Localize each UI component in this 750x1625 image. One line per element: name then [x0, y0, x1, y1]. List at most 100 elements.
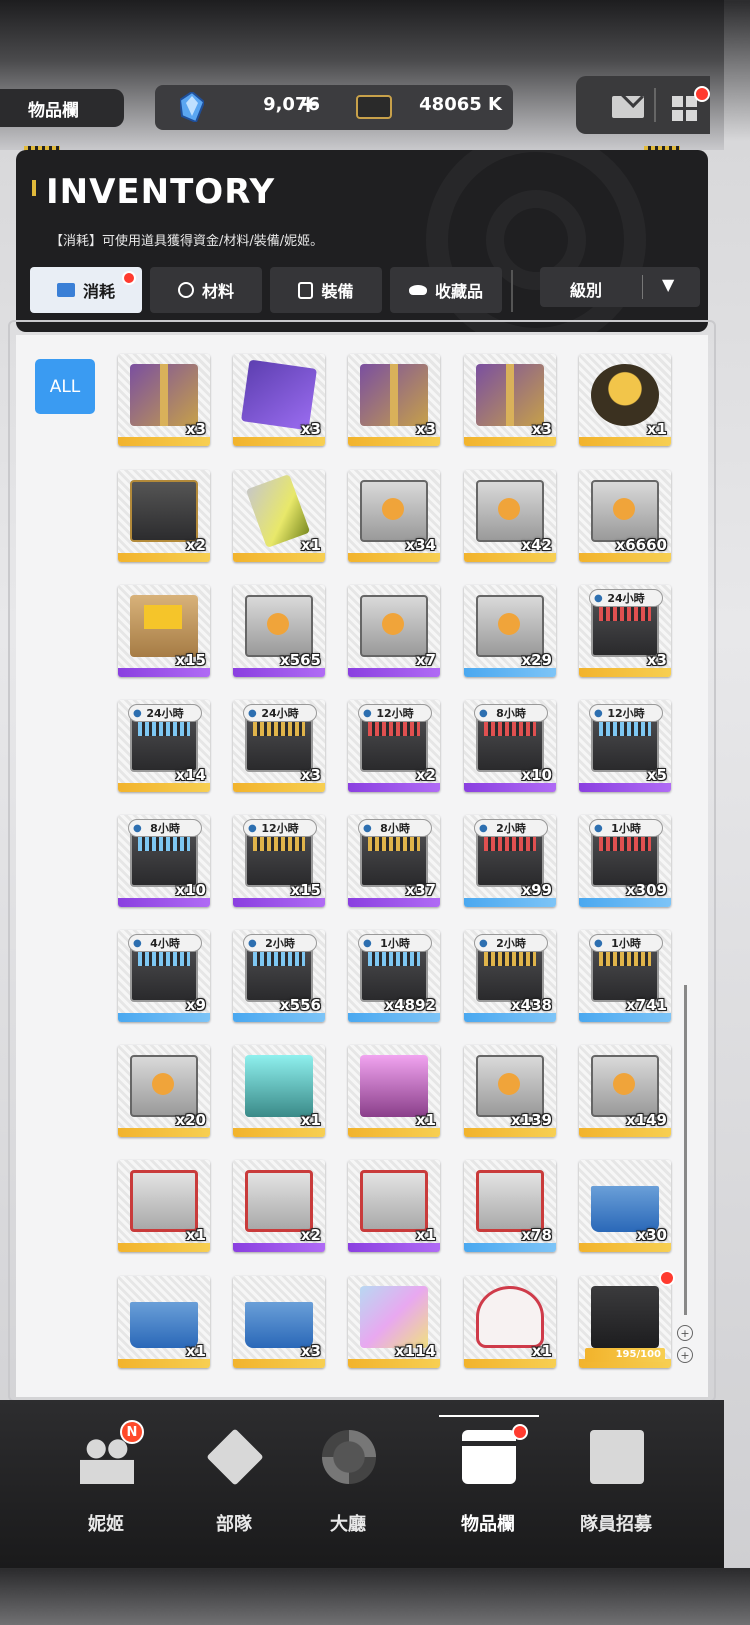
inventory-item[interactable]: 8小時 x10: [464, 700, 556, 792]
inventory-item[interactable]: x42: [464, 470, 556, 562]
inventory-item[interactable]: 1小時 x741: [579, 930, 671, 1022]
nav-item-squad[interactable]: 部隊: [174, 1420, 294, 1540]
rarity-bar: [348, 1128, 440, 1137]
rarity-bar: [348, 1359, 440, 1368]
duration-label: 2小時: [474, 819, 548, 838]
duration-label: 1小時: [358, 934, 432, 953]
item-quantity: x30: [636, 1226, 667, 1244]
nav-item-lobby[interactable]: 大廳: [288, 1420, 408, 1540]
inventory-item[interactable]: 2小時 x438: [464, 930, 556, 1022]
mail-icon[interactable]: [612, 96, 644, 118]
inventory-item[interactable]: x2: [233, 1160, 325, 1252]
rarity-bar: [464, 553, 556, 562]
inventory-item[interactable]: x6660: [579, 470, 671, 562]
duration-label: 2小時: [474, 934, 548, 953]
inventory-item[interactable]: 1小時 x309: [579, 815, 671, 907]
inventory-item[interactable]: x3: [233, 1276, 325, 1368]
item-quantity: x42: [521, 536, 552, 554]
inventory-item[interactable]: 24小時 x14: [118, 700, 210, 792]
item-quantity: x556: [280, 996, 321, 1014]
duration-label: 8小時: [128, 819, 202, 838]
item-image: [476, 1055, 544, 1117]
item-image: [130, 1055, 198, 1117]
duration-label: 12小時: [358, 704, 432, 723]
sort-dropdown[interactable]: 級別 ▼: [540, 267, 700, 307]
nav-label: 隊員招募: [580, 1514, 652, 1535]
inventory-item[interactable]: 24小時 x3: [233, 700, 325, 792]
inventory-item[interactable]: x1: [118, 1160, 210, 1252]
item-quantity: x29: [521, 651, 552, 669]
inventory-item[interactable]: 195/100: [579, 1276, 671, 1368]
menu-notification-dot: [694, 86, 710, 102]
inventory-item[interactable]: x1: [118, 1276, 210, 1368]
inventory-item[interactable]: x1: [464, 1276, 556, 1368]
inventory-item[interactable]: x34: [348, 470, 440, 562]
inventory-item[interactable]: x3: [118, 354, 210, 446]
tab-label: 收藏品: [434, 282, 483, 301]
nav-item-nikke[interactable]: 妮姬: [46, 1420, 166, 1540]
inventory-item[interactable]: x1: [579, 354, 671, 446]
inventory-item[interactable]: x1: [233, 470, 325, 562]
inventory-item[interactable]: x29: [464, 585, 556, 677]
inventory-item[interactable]: x2: [118, 470, 210, 562]
up-scroll-icon[interactable]: +: [677, 1325, 693, 1341]
inventory-item[interactable]: x1: [348, 1045, 440, 1137]
inventory-item[interactable]: x1: [348, 1160, 440, 1252]
chevron-down-icon: ▼: [662, 275, 675, 294]
inventory-item[interactable]: x139: [464, 1045, 556, 1137]
item-quantity: x2: [300, 1226, 321, 1244]
down-scroll-icon[interactable]: +: [677, 1347, 693, 1363]
inventory-item[interactable]: 12小時 x15: [233, 815, 325, 907]
filter-all-button[interactable]: ALL: [35, 359, 95, 414]
inventory-item[interactable]: 8小時 x10: [118, 815, 210, 907]
tab-collectible[interactable]: 收藏品: [390, 267, 502, 313]
item-quantity: x20: [175, 1111, 206, 1129]
inventory-item[interactable]: x114: [348, 1276, 440, 1368]
inventory-item[interactable]: 4小時 x9: [118, 930, 210, 1022]
inventory-item[interactable]: x1: [233, 1045, 325, 1137]
inventory-item[interactable]: x3: [348, 354, 440, 446]
item-image: [360, 480, 428, 542]
squad-icon: [206, 1428, 264, 1486]
nav-item-inventory[interactable]: 物品欄: [428, 1420, 548, 1540]
inventory-item[interactable]: 12小時 x2: [348, 700, 440, 792]
inventory-item[interactable]: x149: [579, 1045, 671, 1137]
rarity-bar: [464, 1013, 556, 1022]
duration-label: 24小時: [589, 589, 663, 608]
tab-material[interactable]: 材料: [150, 267, 262, 313]
equipment-icon: [298, 281, 314, 299]
inventory-item[interactable]: 1小時 x4892: [348, 930, 440, 1022]
rarity-bar: [233, 668, 325, 677]
crystal-icon: [180, 92, 204, 122]
inventory-item[interactable]: x78: [464, 1160, 556, 1252]
credits-count: 48065 K: [419, 94, 502, 115]
nav-item-recruit[interactable]: 隊員招募: [556, 1420, 676, 1540]
inventory-item[interactable]: 24小時 x3: [579, 585, 671, 677]
inventory-item[interactable]: 8小時 x37: [348, 815, 440, 907]
inventory-item[interactable]: x565: [233, 585, 325, 677]
rarity-bar: [348, 1013, 440, 1022]
inventory-item[interactable]: x30: [579, 1160, 671, 1252]
item-quantity: x1: [185, 1226, 206, 1244]
item-image: [360, 595, 428, 657]
item-quantity: x741: [626, 996, 667, 1014]
inventory-item[interactable]: 12小時 x5: [579, 700, 671, 792]
inventory-item[interactable]: 2小時 x556: [233, 930, 325, 1022]
inventory-item[interactable]: x7: [348, 585, 440, 677]
scrollbar[interactable]: [684, 985, 687, 1315]
inventory-item[interactable]: x15: [118, 585, 210, 677]
rarity-bar: [233, 553, 325, 562]
tab-equipment[interactable]: 裝備: [270, 267, 382, 313]
inventory-item[interactable]: x3: [233, 354, 325, 446]
inventory-item[interactable]: x20: [118, 1045, 210, 1137]
inventory-item[interactable]: x3: [464, 354, 556, 446]
rarity-bar: [233, 1013, 325, 1022]
tab-label: 消耗: [82, 282, 115, 301]
item-quantity: x10: [175, 881, 206, 899]
add-gems-button[interactable]: +: [298, 90, 318, 118]
inventory-item[interactable]: 2小時 x99: [464, 815, 556, 907]
rarity-bar: [464, 668, 556, 677]
item-quantity: x3: [300, 420, 321, 438]
rarity-bar: [233, 437, 325, 446]
grid-menu-icon[interactable]: [672, 96, 698, 122]
